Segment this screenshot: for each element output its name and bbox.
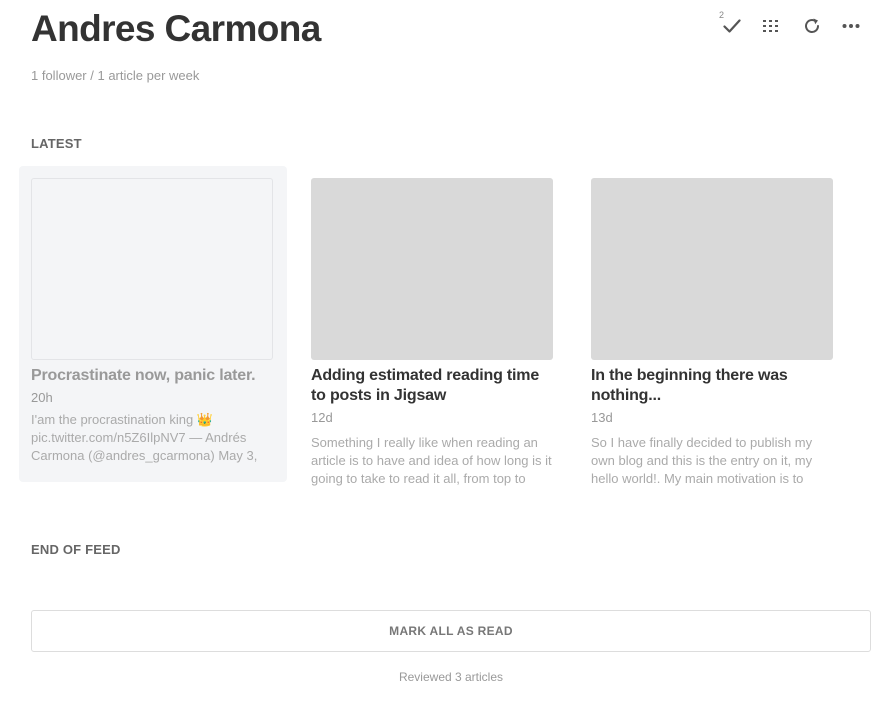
- article-title: Adding estimated reading time to posts i…: [311, 367, 540, 404]
- article-thumbnail: [591, 178, 833, 360]
- list-grid-icon: [763, 20, 778, 32]
- end-of-feed-label: END OF FEED: [31, 542, 121, 557]
- latest-section-label: LATEST: [31, 136, 82, 151]
- article-age: 20h: [31, 390, 53, 405]
- checkmark-icon: [723, 19, 741, 33]
- more-horizontal-icon: [842, 24, 860, 28]
- article-card[interactable]: Adding estimated reading time to posts i…: [299, 166, 567, 486]
- article-card[interactable]: Procrastinate now, panic later. 20h I'am…: [19, 166, 287, 482]
- article-title: Procrastinate now, panic later.: [31, 367, 256, 384]
- article-age: 12d: [311, 410, 333, 425]
- unread-count-badge: 2: [719, 10, 725, 20]
- mark-as-read-button[interactable]: 2: [717, 10, 747, 40]
- article-age: 13d: [591, 410, 613, 425]
- article-card[interactable]: In the beginning there was nothing... 13…: [579, 166, 847, 486]
- article-thumbnail: [311, 178, 553, 360]
- article-snippet: So I have finally decided to publish my …: [591, 435, 813, 486]
- page-title: Andres Carmona: [31, 8, 321, 49]
- article-thumbnail: [31, 178, 273, 360]
- article-snippet: Something I really like when reading an …: [311, 435, 552, 486]
- article-snippet: I'am the procrastination king 👑 pic.twit…: [31, 412, 258, 463]
- more-options-button[interactable]: [836, 12, 866, 40]
- refresh-button[interactable]: [797, 12, 827, 40]
- reviewed-count-text: Reviewed 3 articles: [398, 670, 504, 684]
- layout-toggle-button[interactable]: [756, 12, 786, 40]
- feed-stats: 1 follower / 1 article per week: [31, 68, 200, 83]
- mark-all-as-read-button[interactable]: MARK ALL AS READ: [31, 610, 871, 652]
- refresh-icon: [805, 18, 819, 33]
- article-title: In the beginning there was nothing...: [591, 367, 788, 404]
